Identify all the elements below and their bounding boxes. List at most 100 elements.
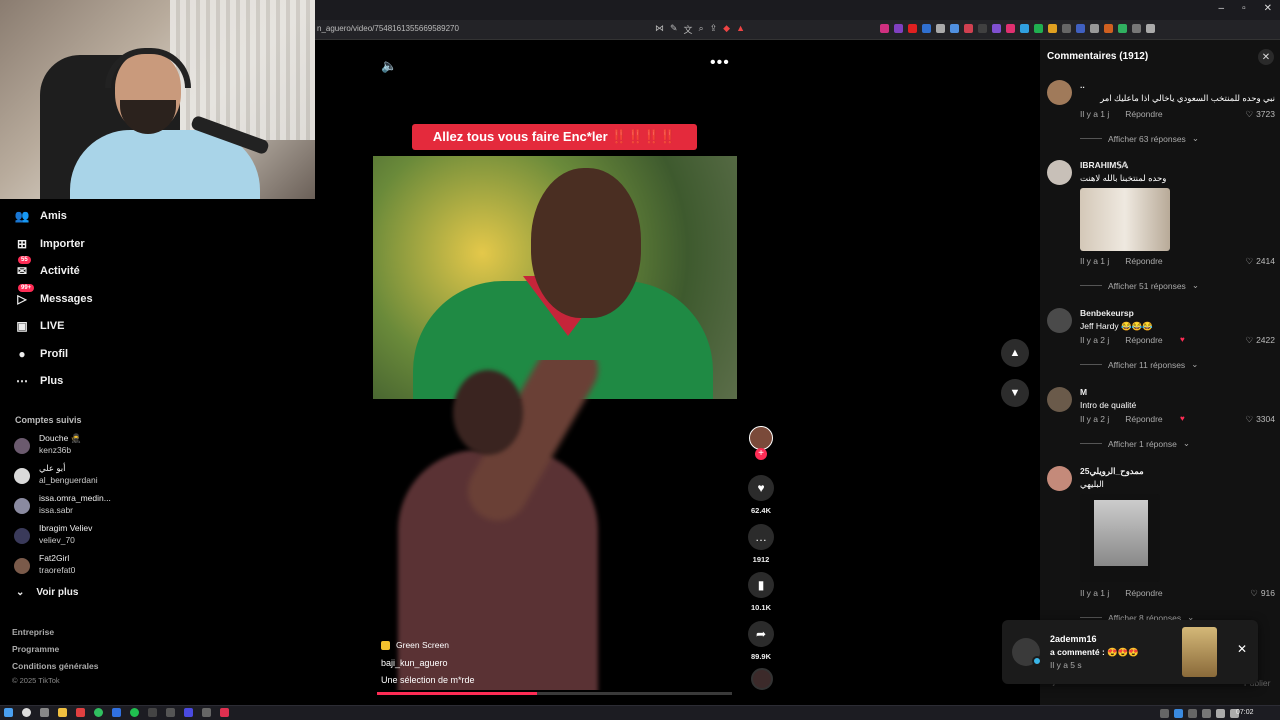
comment-icon[interactable]: … — [748, 524, 774, 550]
view-replies-button[interactable]: Afficher 1 réponse ⌄ — [1080, 438, 1190, 449]
nav-item-activity[interactable]: ✉ 55 Activité — [14, 256, 80, 281]
avatar[interactable] — [1047, 160, 1072, 185]
following-account[interactable]: issa.omra_medin... issa.sabr — [14, 493, 154, 519]
reply-button[interactable]: Répondre — [1125, 335, 1162, 345]
extension-icon[interactable] — [880, 24, 889, 33]
app-icon[interactable] — [184, 708, 193, 717]
comment-username[interactable]: IBRAHIM𝕊𝔸 — [1080, 160, 1128, 171]
spotify-icon[interactable] — [130, 708, 139, 717]
translate-icon[interactable]: 文 — [684, 23, 693, 36]
video-player[interactable]: 🔈 ••• Allez tous vous faire Enc*ler ‼️‼️… — [315, 40, 1040, 705]
comment-like[interactable]: ♡ 3723 — [1245, 109, 1275, 120]
nav-item-messages[interactable]: ▷ 99+ Messages — [14, 284, 93, 309]
share-action[interactable]: ➦ 89.9K — [746, 621, 776, 661]
footer-link-business[interactable]: Entreprise — [12, 627, 54, 637]
avatar[interactable] — [1047, 387, 1072, 412]
music-disc-icon[interactable] — [751, 668, 773, 690]
app-icon[interactable] — [166, 708, 175, 717]
follow-button[interactable]: + — [755, 448, 767, 460]
video-author[interactable]: baji_kun_aguero — [381, 658, 475, 668]
nav-item-profile[interactable]: ● Profil — [14, 344, 68, 364]
video-progress-bar[interactable] — [377, 692, 732, 695]
extension-icon[interactable] — [936, 24, 945, 33]
url-text[interactable]: n_aguero/video/7548161355669589270 — [317, 24, 459, 33]
avatar[interactable] — [1047, 308, 1072, 333]
extension-icon[interactable] — [1076, 24, 1085, 33]
close-comments-button[interactable]: ✕ — [1258, 49, 1274, 65]
extension-icon[interactable] — [922, 24, 931, 33]
minimize-button[interactable]: – — [1219, 3, 1225, 14]
previous-video-button[interactable]: ▲ — [1001, 339, 1029, 367]
comment-action[interactable]: … 1912 — [746, 524, 776, 564]
reply-button[interactable]: Répondre — [1125, 109, 1162, 119]
extension-icon[interactable] — [978, 24, 987, 33]
app-icon[interactable] — [202, 708, 211, 717]
comment-like[interactable]: ♡ 2414 — [1245, 256, 1275, 267]
view-replies-button[interactable]: Afficher 11 réponses ⌄ — [1080, 359, 1198, 370]
nav-item-upload[interactable]: ⊞ Importer — [14, 234, 85, 254]
more-options-icon[interactable]: ••• — [710, 54, 730, 72]
reader-icon[interactable]: ⋈ — [655, 23, 664, 36]
comment-image[interactable] — [1080, 188, 1170, 251]
app-icon[interactable] — [112, 708, 121, 717]
extension-icon[interactable] — [894, 24, 903, 33]
comment-username[interactable]: M — [1080, 387, 1087, 397]
comment-username[interactable]: Benbekeursp — [1080, 308, 1134, 318]
reply-button[interactable]: Répondre — [1125, 414, 1162, 424]
extension-icon[interactable] — [1062, 24, 1071, 33]
close-icon[interactable]: ✕ — [1237, 642, 1247, 656]
extension-icon[interactable] — [964, 24, 973, 33]
creator-avatar[interactable] — [749, 426, 773, 450]
search-icon[interactable] — [22, 708, 31, 717]
following-account[interactable]: Douche 🥷 kenz36b — [14, 433, 154, 459]
comment-like[interactable]: ♡ 2422 — [1245, 335, 1275, 346]
edit-icon[interactable]: ✎ — [670, 23, 678, 36]
tray-icon[interactable] — [1160, 709, 1169, 718]
footer-link-terms[interactable]: Conditions générales — [12, 661, 98, 671]
extension-icon[interactable] — [908, 24, 917, 33]
shield-icon[interactable]: ◆ — [723, 23, 730, 36]
share-icon[interactable]: ➦ — [748, 621, 774, 647]
comment-like[interactable]: ♡ 916 — [1250, 588, 1275, 599]
app-icon[interactable] — [220, 708, 229, 717]
wifi-icon[interactable] — [1216, 709, 1225, 718]
nav-item-live[interactable]: ▣ LIVE — [14, 316, 64, 336]
extension-icon[interactable] — [1118, 24, 1127, 33]
save-action[interactable]: ▮ 10.1K — [746, 572, 776, 612]
view-replies-button[interactable]: Afficher 51 réponses ⌄ — [1080, 280, 1199, 291]
extension-icon[interactable] — [1020, 24, 1029, 33]
bookmark-icon[interactable]: ▮ — [748, 572, 774, 598]
taskbar-clock[interactable]: 07:02 — [1236, 709, 1254, 716]
notification-toast[interactable]: 2ademm16 a commenté : 😍😍😍 Il y a 5 s ✕ — [1002, 620, 1258, 684]
extension-icon[interactable] — [1104, 24, 1113, 33]
reply-button[interactable]: Répondre — [1125, 256, 1162, 266]
avatar[interactable] — [1047, 80, 1072, 105]
browser-icon[interactable] — [76, 708, 85, 717]
avatar[interactable] — [1047, 466, 1072, 491]
nav-item-more[interactable]: ⋯ Plus — [14, 371, 63, 391]
task-view-icon[interactable] — [40, 708, 49, 717]
extension-icon[interactable] — [950, 24, 959, 33]
following-account[interactable]: Ibragim Veliev veliev_70 — [14, 523, 154, 549]
effect-label[interactable]: Green Screen — [381, 640, 475, 650]
comment-image[interactable] — [1080, 494, 1160, 582]
start-icon[interactable] — [4, 708, 13, 717]
extension-icon[interactable] — [992, 24, 1001, 33]
comment-username[interactable]: .. — [1080, 80, 1085, 90]
volume-icon[interactable]: 🔈 — [381, 58, 397, 74]
extension-icon[interactable] — [1132, 24, 1141, 33]
tray-icon[interactable] — [1174, 709, 1183, 718]
zoom-icon[interactable]: ⌕ — [699, 23, 704, 36]
following-account[interactable]: أبو علي al_benguerdani — [14, 463, 154, 489]
comment-username[interactable]: ممدوح_الرويلي25 — [1080, 466, 1144, 477]
warning-icon[interactable]: ▲ — [736, 23, 745, 36]
extension-icon[interactable] — [1048, 24, 1057, 33]
extension-icon[interactable] — [1006, 24, 1015, 33]
reply-button[interactable]: Répondre — [1125, 588, 1162, 598]
view-replies-button[interactable]: Afficher 63 réponses ⌄ — [1080, 133, 1199, 144]
like-action[interactable]: ♥ 62.4K — [746, 475, 776, 515]
close-window-button[interactable]: ✕ — [1264, 3, 1272, 14]
extension-icon[interactable] — [1090, 24, 1099, 33]
tray-icon[interactable] — [1188, 709, 1197, 718]
comment-like[interactable]: ♡ 3304 — [1245, 414, 1275, 425]
